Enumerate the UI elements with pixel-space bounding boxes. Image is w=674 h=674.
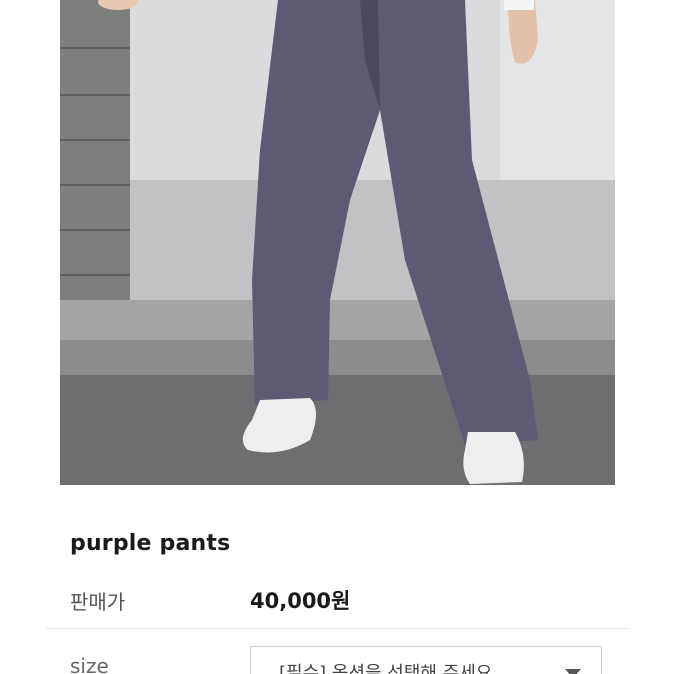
product-page: purple pants 판매가 40,000원 size [필수] 옵션을 선… xyxy=(0,0,674,674)
price-value: 40,000원 xyxy=(250,589,351,613)
curb-edge xyxy=(60,340,615,375)
product-photo[interactable] xyxy=(60,0,615,485)
product-title: purple pants xyxy=(70,531,231,556)
wall-stain xyxy=(130,180,615,305)
sleeve xyxy=(504,0,534,10)
size-label: size xyxy=(70,654,109,674)
divider xyxy=(46,628,628,629)
product-photo-illustration xyxy=(60,0,615,485)
size-select-value: [필수] 옵션을 선택해 주세요 xyxy=(279,663,493,674)
brick-wall xyxy=(60,0,130,300)
size-select-dropdown[interactable]: [필수] 옵션을 선택해 주세요 xyxy=(250,646,602,674)
chevron-down-icon[interactable] xyxy=(565,669,581,674)
right-shoe xyxy=(463,432,524,484)
price-label: 판매가 xyxy=(70,590,126,614)
